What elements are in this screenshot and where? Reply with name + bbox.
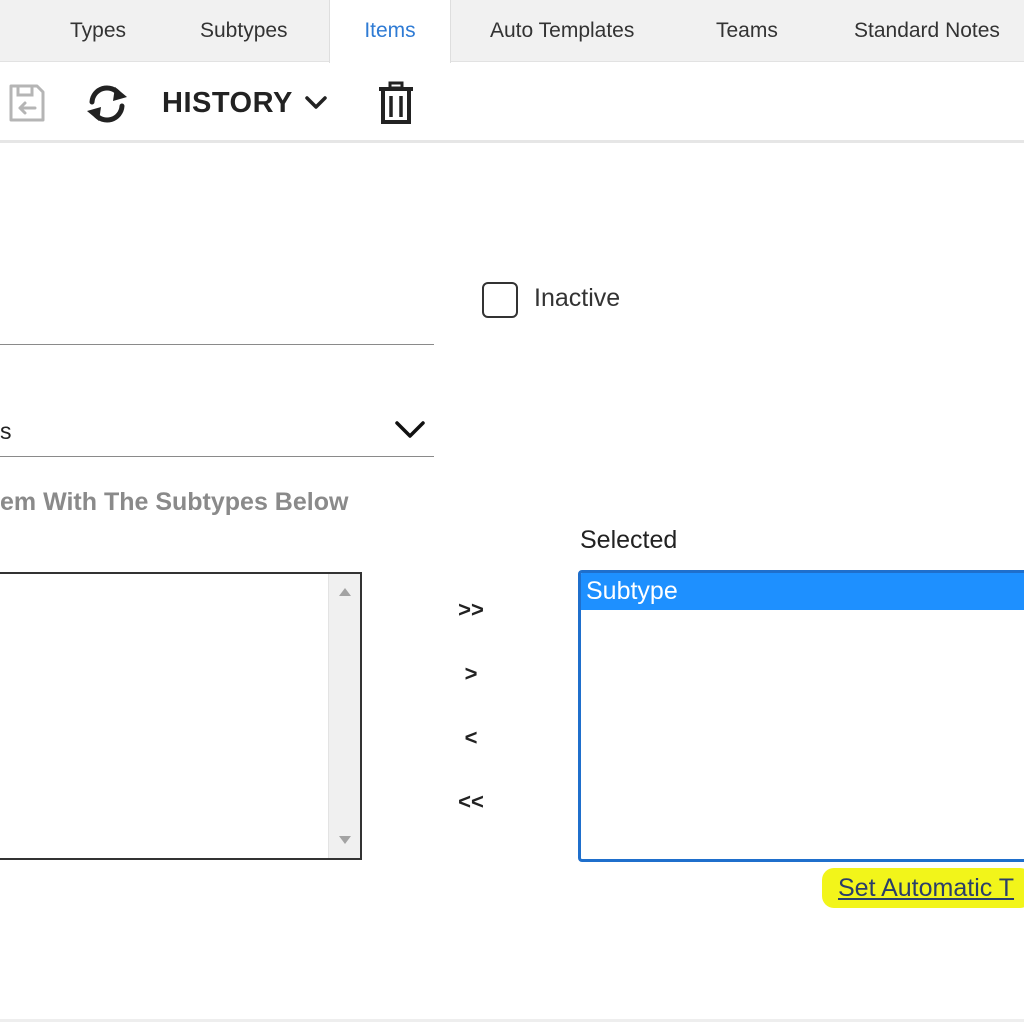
footer-divider bbox=[0, 1019, 1024, 1022]
tab-standard-notes[interactable]: Standard Notes bbox=[854, 0, 1000, 62]
trash-icon[interactable] bbox=[378, 81, 414, 125]
name-field-underline[interactable] bbox=[0, 344, 434, 345]
remove-one-button[interactable]: < bbox=[440, 718, 502, 758]
tab-types[interactable]: Types bbox=[70, 0, 126, 62]
inactive-checkbox[interactable] bbox=[482, 282, 518, 318]
type-select-underline bbox=[0, 456, 434, 457]
listbox-scrollbar[interactable] bbox=[328, 574, 360, 858]
inactive-label: Inactive bbox=[534, 284, 621, 312]
tab-auto-templates[interactable]: Auto Templates bbox=[490, 0, 634, 62]
tab-items[interactable]: Items bbox=[329, 0, 451, 63]
list-item[interactable]: Subtype bbox=[581, 573, 1024, 610]
history-button[interactable]: HISTORY bbox=[162, 87, 293, 120]
tab-bar: Types Subtypes Items Auto Templates Team… bbox=[0, 0, 1024, 63]
add-one-button[interactable]: > bbox=[440, 654, 502, 694]
helper-text: em With The Subtypes Below bbox=[0, 488, 349, 516]
refresh-icon[interactable] bbox=[84, 83, 130, 125]
toolbar: HISTORY bbox=[0, 63, 1024, 143]
tab-subtypes[interactable]: Subtypes bbox=[200, 0, 288, 62]
set-automatic-template-link[interactable]: Set Automatic T bbox=[838, 874, 1014, 903]
tab-teams[interactable]: Teams bbox=[716, 0, 778, 62]
chevron-down-icon[interactable] bbox=[394, 419, 426, 441]
save-icon[interactable] bbox=[8, 83, 46, 123]
selected-label: Selected bbox=[580, 526, 678, 554]
add-all-button[interactable]: >> bbox=[440, 590, 502, 630]
type-select-value[interactable]: s bbox=[0, 418, 12, 445]
scroll-down-icon[interactable] bbox=[339, 836, 351, 844]
selected-listbox[interactable]: Subtype bbox=[578, 570, 1024, 862]
available-listbox[interactable] bbox=[0, 572, 362, 860]
chevron-down-icon[interactable] bbox=[304, 94, 328, 112]
remove-all-button[interactable]: << bbox=[440, 782, 502, 822]
scroll-up-icon[interactable] bbox=[339, 588, 351, 596]
